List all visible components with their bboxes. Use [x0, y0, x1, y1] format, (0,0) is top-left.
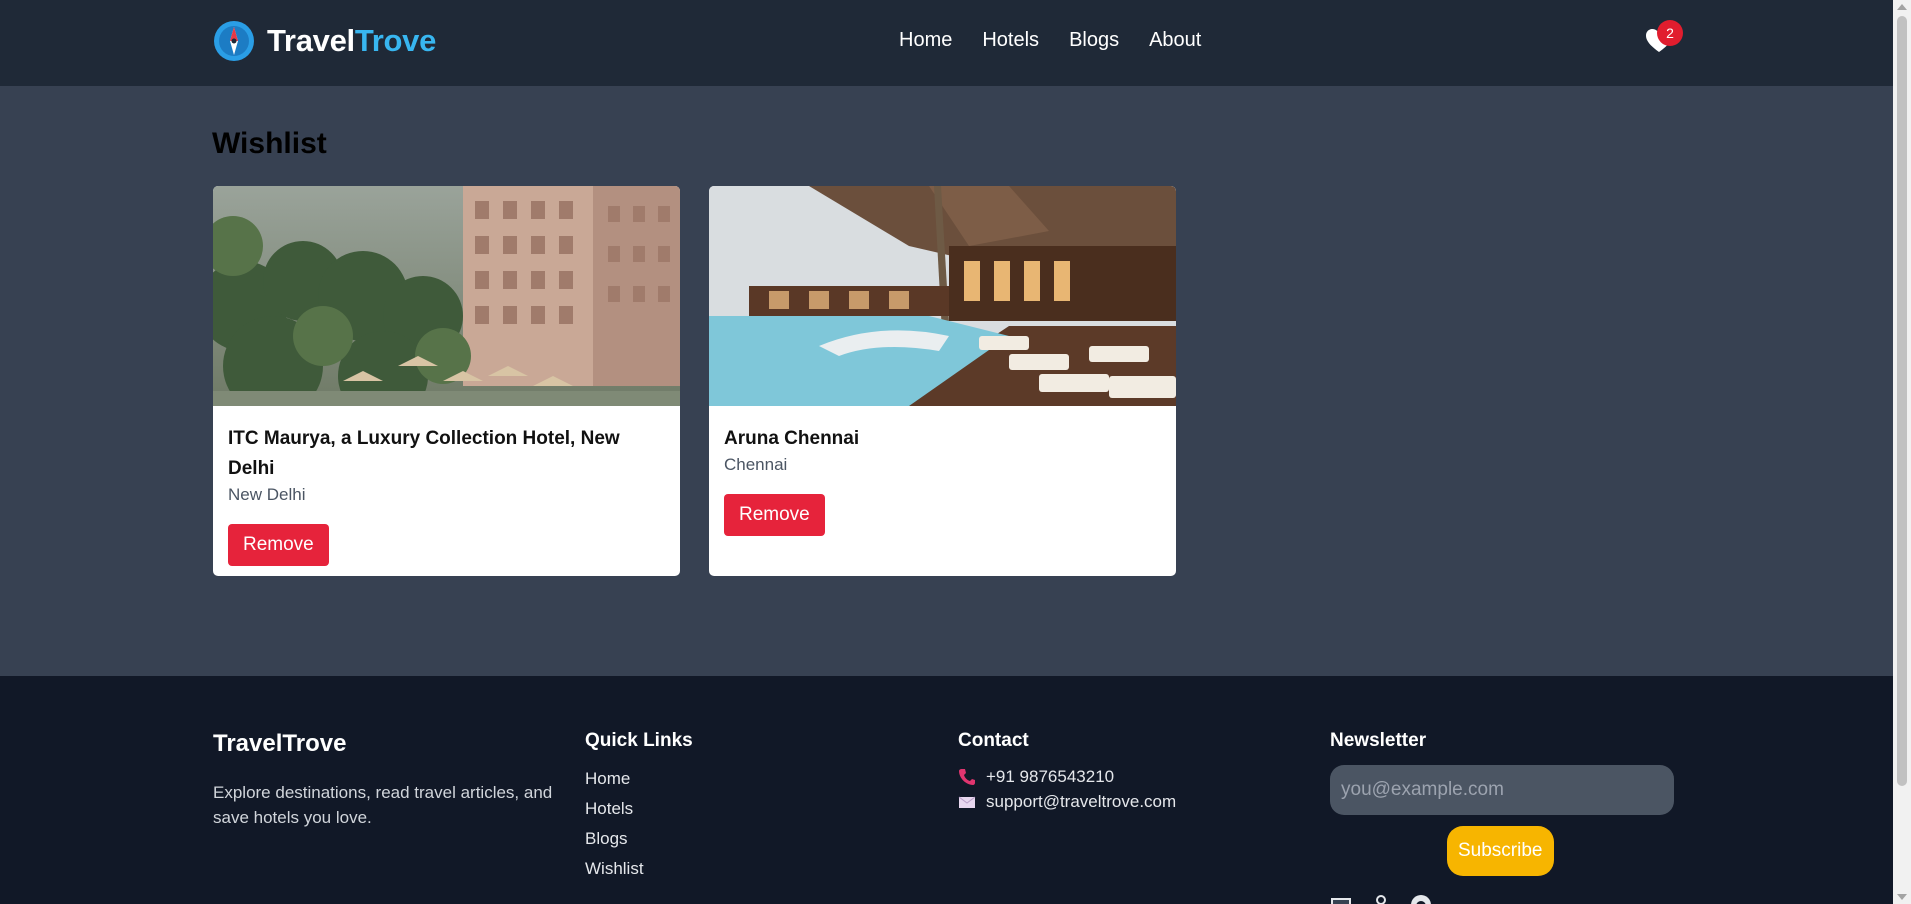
subscribe-button[interactable]: Subscribe	[1447, 826, 1554, 876]
logo-link[interactable]: TravelTrove	[213, 20, 436, 62]
nav-hotels[interactable]: Hotels	[982, 29, 1039, 52]
footer-link-blogs[interactable]: Blogs	[585, 829, 628, 848]
footer-brand: TravelTrove	[213, 730, 347, 757]
scroll-down-arrow-icon[interactable]	[1897, 894, 1907, 900]
nav-blogs[interactable]: Blogs	[1069, 29, 1119, 52]
site-header: TravelTrove Home Hotels Blogs About 2	[0, 0, 1893, 86]
remove-button[interactable]: Remove	[724, 494, 825, 536]
footer-link-home[interactable]: Home	[585, 769, 630, 788]
person-icon[interactable]	[1370, 894, 1392, 904]
compass-icon	[214, 21, 254, 61]
phone-icon	[959, 768, 975, 785]
github-icon[interactable]	[1410, 894, 1432, 904]
hotel-image	[213, 186, 680, 406]
quick-links-heading: Quick Links	[585, 730, 693, 751]
main-nav: Home Hotels Blogs About	[899, 29, 1201, 52]
envelope-icon	[958, 796, 976, 808]
hotel-image	[709, 186, 1176, 406]
site-footer: TravelTrove Explore destinations, read t…	[0, 676, 1893, 904]
footer-contact: Contact +91 9876543210 support@traveltro…	[958, 730, 1176, 814]
wishlist-count-badge: 2	[1657, 20, 1683, 46]
newsletter-heading: Newsletter	[1330, 730, 1427, 751]
footer-brand-column: TravelTrove Explore destinations, read t…	[213, 730, 553, 830]
contact-phone: +91 9876543210	[958, 764, 1176, 789]
footer-link-hotels[interactable]: Hotels	[585, 799, 633, 818]
contact-email: support@traveltrove.com	[958, 789, 1176, 814]
image-icon[interactable]	[1330, 894, 1352, 904]
social-links	[1330, 894, 1432, 904]
contact-heading: Contact	[958, 730, 1029, 751]
scroll-up-arrow-icon[interactable]	[1897, 4, 1907, 10]
newsletter-email-input[interactable]	[1330, 765, 1674, 815]
page-title: Wishlist	[212, 127, 327, 160]
hotel-city: Chennai	[724, 455, 788, 474]
nav-home[interactable]: Home	[899, 29, 952, 52]
wishlist-card: ITC Maurya, a Luxury Collection Hotel, N…	[213, 186, 680, 576]
footer-description: Explore destinations, read travel articl…	[213, 783, 553, 827]
nav-about[interactable]: About	[1149, 29, 1201, 52]
hotel-name: ITC Maurya, a Luxury Collection Hotel, N…	[228, 428, 620, 479]
footer-link-wishlist[interactable]: Wishlist	[585, 859, 644, 878]
footer-newsletter: Newsletter Subscribe	[1330, 730, 1674, 904]
hotel-name: Aruna Chennai	[724, 428, 860, 449]
remove-button[interactable]: Remove	[228, 524, 329, 566]
wishlist-card: Aruna Chennai Chennai Remove	[709, 186, 1176, 576]
footer-quick-links: Quick Links Home Hotels Blogs Wishlist	[585, 730, 693, 884]
scrollbar-thumb[interactable]	[1897, 16, 1907, 786]
hotel-city: New Delhi	[228, 485, 306, 504]
vertical-scrollbar[interactable]	[1893, 0, 1911, 904]
brand-name: TravelTrove	[267, 23, 437, 58]
